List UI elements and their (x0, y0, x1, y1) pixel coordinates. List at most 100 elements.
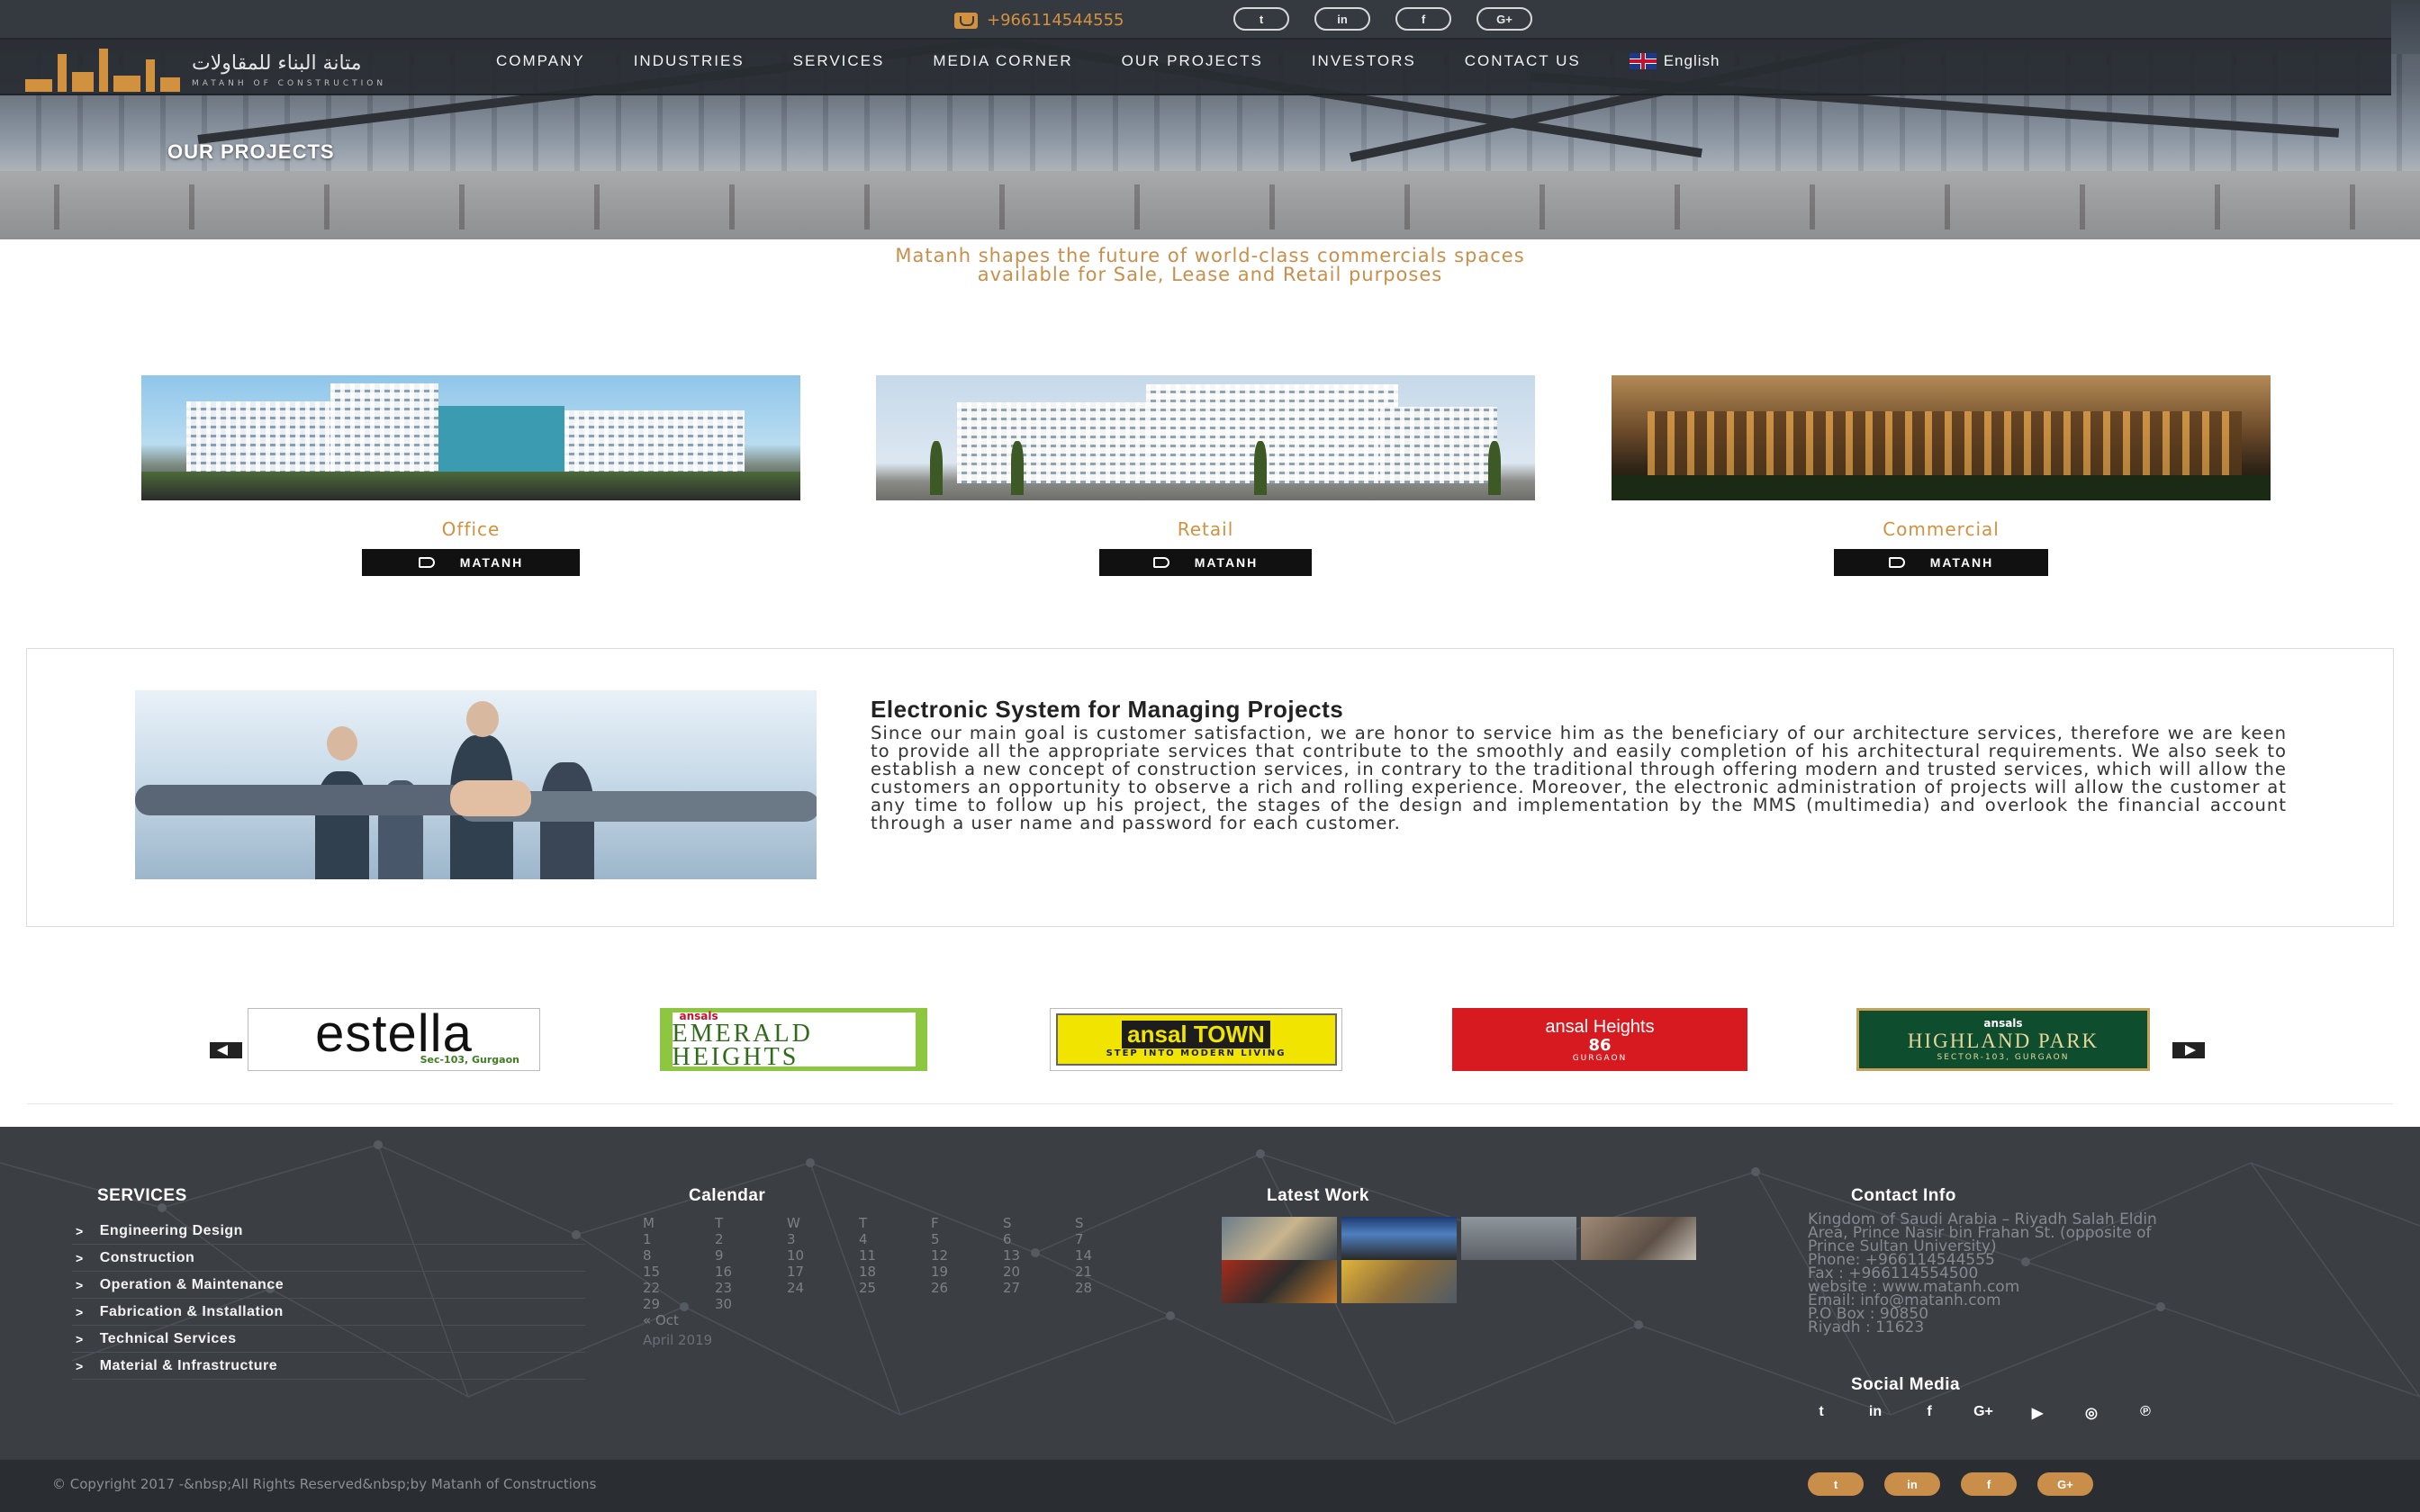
footer-service-link[interactable]: > Construction (72, 1245, 585, 1272)
facebook-icon[interactable]: f (1961, 1472, 2017, 1496)
brand-logo-highland-park[interactable]: ansals HIGHLAND PARK SECTOR-103, GURGAON (1856, 1008, 2150, 1071)
service-label: Technical Services (99, 1330, 237, 1346)
section-divider (27, 1103, 2393, 1104)
twitter-icon[interactable]: t (1808, 1472, 1864, 1496)
chevron-right-icon: > (76, 1358, 84, 1373)
calendar-week-row: 8 9 10 11 12 13 14 (643, 1247, 1147, 1264)
brand-logo-emerald-heights[interactable]: ansals EMERALD HEIGHTS (660, 1008, 927, 1071)
calendar-day: 14 (1075, 1247, 1093, 1264)
footer-service-link[interactable]: > Fabrication & Installation (72, 1299, 585, 1326)
calendar-day: 18 (859, 1264, 877, 1280)
twitter-icon[interactable]: t (1233, 7, 1289, 31)
facebook-icon[interactable]: f (1395, 7, 1451, 31)
brand-group: ansals (1983, 1017, 2023, 1030)
brand-tagline: STEP INTO MODERN LIVING (1106, 1048, 1287, 1058)
calendar-day: 1 (643, 1231, 652, 1247)
language-switcher[interactable]: English (1605, 52, 1745, 70)
brand-name: ansal TOWN (1122, 1021, 1270, 1048)
brand-logo-estella[interactable]: estella Sec-103, Gurgaon (248, 1007, 540, 1071)
footer-contact-heading: Contact Info (1851, 1186, 1956, 1205)
matanh-button[interactable]: MATANH (362, 549, 580, 576)
matanh-button[interactable]: MATANH (1099, 549, 1312, 576)
footer-service-link[interactable]: > Operation & Maintenance (72, 1272, 585, 1299)
google-plus-icon[interactable]: G+ (1970, 1404, 1997, 1422)
phone-contact[interactable]: +966114544555 (954, 11, 1124, 30)
carousel-prev-arrow-icon[interactable] (210, 1042, 242, 1058)
retail-building-image[interactable] (876, 375, 1535, 500)
linkedin-icon[interactable]: in (1314, 7, 1370, 31)
main-navbar: متانة البناء للمقاولات MATANH OF CONSTRU… (0, 40, 2391, 95)
nav-investors[interactable]: INVESTORS (1287, 52, 1440, 70)
calendar-day: 22 (643, 1280, 661, 1296)
footer-service-link[interactable]: > Technical Services (72, 1326, 585, 1353)
calendar-day: 3 (787, 1231, 796, 1247)
nav-services[interactable]: SERVICES (769, 52, 909, 70)
calendar-prev-month-link[interactable]: « Oct (643, 1312, 787, 1328)
calendar-day-head: M (643, 1215, 655, 1231)
brand-logo-ansal-heights[interactable]: ansal Heights 86 GURGAON (1452, 1008, 1747, 1071)
button-label: MATANH (1929, 555, 1994, 570)
site-logo[interactable]: متانة البناء للمقاولات MATANH OF CONSTRU… (25, 43, 430, 95)
footer-services-heading: SERVICES (97, 1186, 187, 1205)
calendar-day: 25 (859, 1280, 877, 1296)
calendar-week-row: 1 2 3 4 5 6 7 (643, 1231, 1147, 1247)
hero-people (0, 184, 2420, 230)
nav-contact-us[interactable]: CONTACT US (1440, 52, 1605, 70)
nav-media-corner[interactable]: MEDIA CORNER (908, 52, 1097, 70)
latest-work-thumbnail[interactable] (1222, 1217, 1337, 1260)
footer-service-link[interactable]: > Material & Infrastructure (72, 1353, 585, 1380)
brand-number: 86 (1588, 1035, 1612, 1055)
brand-logo-ansal-town[interactable]: ansal TOWN STEP INTO MODERN LIVING (1050, 1008, 1342, 1071)
bottom-bar: © Copyright 2017 -&nbsp;All Rights Reser… (0, 1460, 2420, 1512)
latest-work-thumbnail[interactable] (1461, 1217, 1576, 1260)
calendar-day: 15 (643, 1264, 661, 1280)
intro-text: Matanh shapes the future of world-class … (0, 247, 2420, 284)
calendar-day-head: S (1003, 1215, 1012, 1231)
latest-work-thumbnail[interactable] (1222, 1260, 1337, 1303)
linkedin-icon[interactable]: in (1862, 1404, 1889, 1422)
service-label: Fabrication & Installation (99, 1303, 284, 1319)
brand-location: GURGAON (1572, 1053, 1628, 1063)
nav-company[interactable]: COMPANY (472, 52, 610, 70)
contact-city: Riyadh : 11623 (1808, 1318, 1925, 1336)
footer-social-heading: Social Media (1851, 1375, 1961, 1394)
footer-social-links: t in f G+ ▶ ◎ ℗ (1808, 1404, 2159, 1422)
hand-pointer-icon (1152, 557, 1169, 568)
button-label: MATANH (1194, 555, 1259, 570)
uk-flag-icon (1629, 53, 1657, 69)
category-card-retail: Retail MATANH (876, 375, 1535, 576)
copyright-text: © Copyright 2017 -&nbsp;All Rights Reser… (52, 1476, 597, 1492)
latest-work-thumbnail[interactable] (1341, 1260, 1457, 1303)
google-plus-icon[interactable]: G+ (1476, 7, 1532, 31)
carousel-next-arrow-icon[interactable] (2172, 1042, 2205, 1058)
brand-name: HIGHLAND PARK (1907, 1030, 2099, 1052)
button-label: MATANH (459, 555, 524, 570)
calendar-day-head: F (931, 1215, 939, 1231)
nav-industries[interactable]: INDUSTRIES (610, 52, 769, 70)
facebook-icon[interactable]: f (1916, 1404, 1943, 1422)
footer-service-link[interactable]: > Engineering Design (72, 1218, 585, 1245)
service-label: Operation & Maintenance (99, 1276, 284, 1292)
matanh-button[interactable]: MATANH (1834, 549, 2048, 576)
calendar-day: 9 (715, 1247, 724, 1264)
twitter-icon[interactable]: t (1808, 1404, 1835, 1422)
category-card-office: Office MATANH (141, 375, 800, 576)
footer-latest-work-heading: Latest Work (1267, 1186, 1369, 1205)
category-caption: Commercial (1883, 518, 2000, 540)
brand-location: SECTOR-103, GURGAON (1937, 1053, 2070, 1062)
instagram-icon[interactable]: ◎ (2078, 1404, 2105, 1422)
nav-our-projects[interactable]: OUR PROJECTS (1097, 52, 1287, 70)
brand-name: EMERALD HEIGHTS (672, 1020, 813, 1071)
pinterest-icon[interactable]: ℗ (2132, 1404, 2159, 1422)
commercial-building-image[interactable] (1612, 375, 2271, 500)
latest-work-thumbnail[interactable] (1581, 1217, 1696, 1260)
latest-work-thumbnail[interactable] (1341, 1217, 1457, 1260)
linkedin-icon[interactable]: in (1884, 1472, 1940, 1496)
contact-info: Kingdom of Saudi Arabia – Riyadh Salah E… (1808, 1212, 2222, 1336)
hand-pointer-icon (418, 557, 435, 568)
youtube-icon[interactable]: ▶ (2024, 1404, 2051, 1422)
brand-carousel: estella Sec-103, Gurgaon ansals EMERALD … (0, 997, 2420, 1087)
office-building-image[interactable] (141, 375, 800, 500)
google-plus-icon[interactable]: G+ (2037, 1472, 2093, 1496)
calendar-widget: M T W T F S S 1234567 8 9 10 11 12 13 14 15 16 1… (643, 1215, 1147, 1348)
